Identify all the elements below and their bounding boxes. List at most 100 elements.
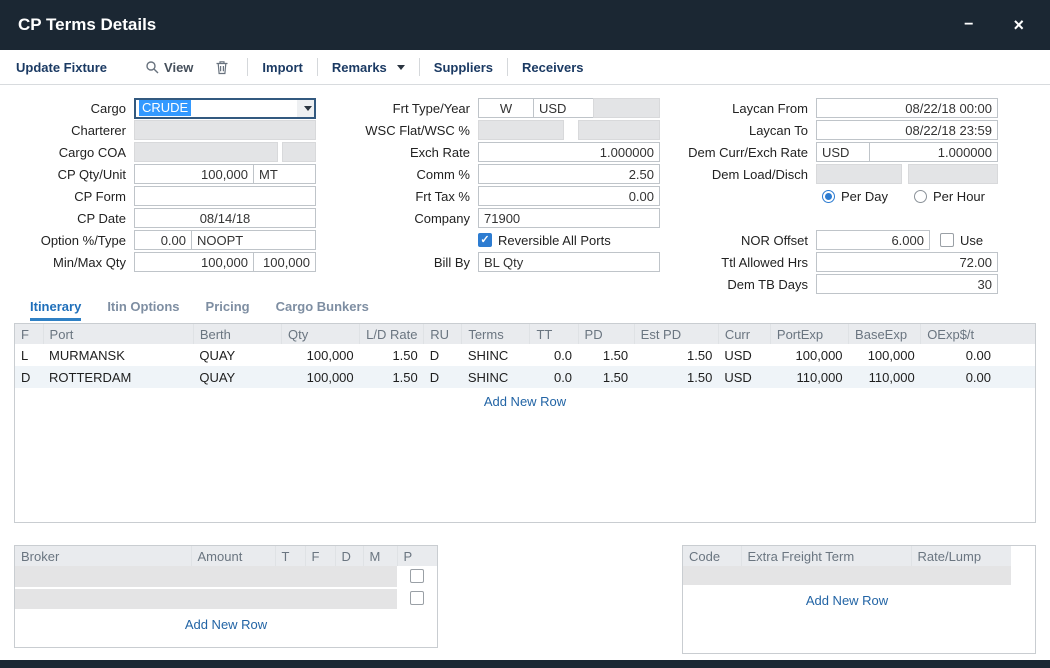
view-button[interactable]: View xyxy=(145,60,193,75)
dem-curr-input[interactable] xyxy=(816,142,870,162)
cell-f[interactable]: L xyxy=(15,344,43,366)
minimize-button[interactable]: − xyxy=(964,17,973,33)
detail-tabs: Itinerary Itin Options Pricing Cargo Bun… xyxy=(0,295,1050,321)
cell-berth[interactable]: QUAY xyxy=(193,344,281,366)
receivers-button[interactable]: Receivers xyxy=(522,60,583,75)
spacer-row xyxy=(670,207,998,229)
cell-baseexp[interactable]: 100,000 xyxy=(849,344,921,366)
cell-est-pd[interactable]: 1.50 xyxy=(634,366,718,388)
option-type-input[interactable] xyxy=(191,230,316,250)
cp-form-input[interactable] xyxy=(134,186,316,206)
charterer-label: Charterer xyxy=(16,123,134,138)
extra-freight-disabled-cells xyxy=(683,566,1011,586)
cell-curr[interactable]: USD xyxy=(718,344,770,366)
cell-ld-rate[interactable]: 1.50 xyxy=(360,344,424,366)
dem-tb-days-input[interactable] xyxy=(816,274,998,294)
company-input[interactable] xyxy=(478,208,660,228)
minmax-label: Min/Max Qty xyxy=(16,255,134,270)
col-header-port: Port xyxy=(43,324,193,344)
cell-oexp[interactable]: 0.00 xyxy=(921,366,1035,388)
bill-by-input[interactable] xyxy=(478,252,660,272)
cell-pd[interactable]: 1.50 xyxy=(578,344,634,366)
tab-itin-options[interactable]: Itin Options xyxy=(107,299,179,321)
cp-unit-input[interactable] xyxy=(253,164,316,184)
trash-icon xyxy=(215,60,229,75)
import-button[interactable]: Import xyxy=(262,60,302,75)
cell-tt[interactable]: 0.0 xyxy=(530,366,578,388)
laycan-to-input[interactable] xyxy=(816,120,998,140)
dem-tb-days-label: Dem TB Days xyxy=(670,277,816,292)
cargo-label: Cargo xyxy=(16,101,134,116)
col-header-oexp: OExp$/t xyxy=(921,324,1035,344)
tab-cargo-bunkers[interactable]: Cargo Bunkers xyxy=(276,299,369,321)
remarks-label: Remarks xyxy=(332,60,387,75)
ttl-allowed-row: Ttl Allowed Hrs xyxy=(670,251,998,273)
per-day-radio[interactable] xyxy=(822,190,835,203)
reversible-checkbox[interactable] xyxy=(478,233,492,247)
frt-year-field xyxy=(593,98,660,118)
use-checkbox[interactable] xyxy=(940,233,954,247)
laycan-from-input[interactable] xyxy=(816,98,998,118)
cell-ld-rate[interactable]: 1.50 xyxy=(360,366,424,388)
broker-p-checkbox[interactable] xyxy=(410,591,424,605)
close-button[interactable]: × xyxy=(1013,16,1024,34)
cell-curr[interactable]: USD xyxy=(718,366,770,388)
frt-curr-input[interactable] xyxy=(533,98,594,118)
tab-itinerary[interactable]: Itinerary xyxy=(30,299,81,321)
cell-tt[interactable]: 0.0 xyxy=(530,344,578,366)
col-header-portexp: PortExp xyxy=(770,324,848,344)
cell-portexp[interactable]: 100,000 xyxy=(770,344,848,366)
frt-type-input[interactable] xyxy=(478,98,534,118)
remarks-button[interactable]: Remarks xyxy=(332,60,405,75)
max-qty-input[interactable] xyxy=(253,252,316,272)
itinerary-add-new-row-link[interactable]: Add New Row xyxy=(15,388,1035,413)
frt-tax-input[interactable] xyxy=(478,186,660,206)
cell-berth[interactable]: QUAY xyxy=(193,366,281,388)
exch-rate-label: Exch Rate xyxy=(326,145,478,160)
cell-oexp[interactable]: 0.00 xyxy=(921,344,1035,366)
cp-date-input[interactable] xyxy=(134,208,316,228)
option-pct-input[interactable] xyxy=(134,230,192,250)
cell-qty[interactable]: 100,000 xyxy=(282,344,360,366)
cell-terms[interactable]: SHINC xyxy=(462,366,530,388)
tab-pricing[interactable]: Pricing xyxy=(206,299,250,321)
cell-est-pd[interactable]: 1.50 xyxy=(634,344,718,366)
cp-qty-input[interactable] xyxy=(134,164,254,184)
cell-baseexp[interactable]: 110,000 xyxy=(849,366,921,388)
comm-input[interactable] xyxy=(478,164,660,184)
dem-exch-rate-input[interactable] xyxy=(869,142,998,162)
nor-offset-label: NOR Offset xyxy=(670,233,816,248)
cell-portexp[interactable]: 110,000 xyxy=(770,366,848,388)
itinerary-row[interactable]: L MURMANSK QUAY 100,000 1.50 D SHINC 0.0… xyxy=(15,344,1035,366)
cell-port[interactable]: MURMANSK xyxy=(43,344,193,366)
toolbar: Update Fixture View Import Remarks Suppl… xyxy=(0,50,1050,85)
ttl-allowed-input[interactable] xyxy=(816,252,998,272)
extra-freight-add-new-row-link[interactable]: Add New Row xyxy=(683,587,1011,612)
broker-p-checkbox[interactable] xyxy=(410,569,424,583)
cargo-select[interactable]: CRUDE xyxy=(134,98,316,119)
suppliers-button[interactable]: Suppliers xyxy=(434,60,493,75)
cell-terms[interactable]: SHINC xyxy=(462,344,530,366)
view-label: View xyxy=(164,60,193,75)
col-header-broker: Broker xyxy=(15,546,191,566)
cp-form-row: CP Form xyxy=(16,185,316,207)
cell-f[interactable]: D xyxy=(15,366,43,388)
nor-offset-input[interactable] xyxy=(816,230,930,250)
cell-ru[interactable]: D xyxy=(424,344,462,366)
cp-terms-form: Cargo CRUDE Charterer Cargo COA xyxy=(0,85,1050,295)
cell-ru[interactable]: D xyxy=(424,366,462,388)
cell-pd[interactable]: 1.50 xyxy=(578,366,634,388)
itinerary-panel: F Port Berth Qty L/D Rate RU Terms TT PD… xyxy=(14,323,1036,523)
cargo-dropdown-button[interactable] xyxy=(297,100,314,117)
itinerary-row[interactable]: D ROTTERDAM QUAY 100,000 1.50 D SHINC 0.… xyxy=(15,366,1035,388)
broker-add-new-row-link[interactable]: Add New Row xyxy=(15,611,437,636)
minmax-row: Min/Max Qty xyxy=(16,251,316,273)
per-hour-radio[interactable] xyxy=(914,190,927,203)
window-bottom-edge xyxy=(0,660,1050,668)
delete-button[interactable] xyxy=(215,60,229,75)
update-fixture-button[interactable]: Update Fixture xyxy=(16,60,107,75)
cell-port[interactable]: ROTTERDAM xyxy=(43,366,193,388)
cell-qty[interactable]: 100,000 xyxy=(282,366,360,388)
exch-rate-input[interactable] xyxy=(478,142,660,162)
min-qty-input[interactable] xyxy=(134,252,254,272)
